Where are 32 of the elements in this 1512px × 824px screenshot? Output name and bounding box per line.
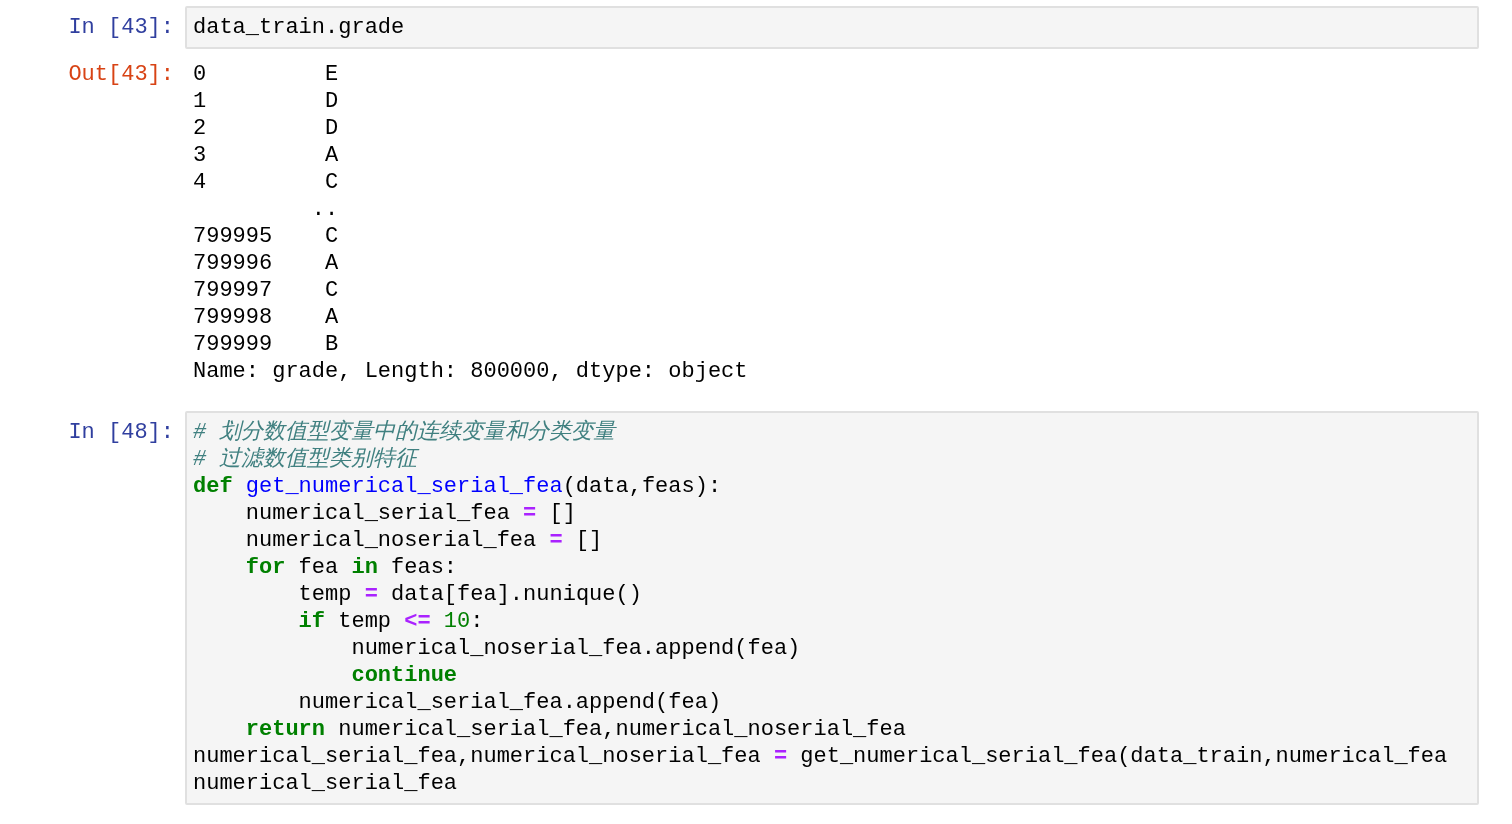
input-prompt: In [48]: xyxy=(68,419,174,446)
output-line: 1 D xyxy=(193,88,339,115)
code-line: numerical_serial_fea = [] xyxy=(244,500,576,527)
code-line: data_train.grade xyxy=(193,14,405,41)
code-line: def get_numerical_serial_fea(data,feas): xyxy=(193,473,722,500)
code-line: continue xyxy=(350,662,458,689)
output-line: 799999 B xyxy=(193,331,339,358)
output-prompt: Out[43]: xyxy=(68,61,174,88)
output-line: 2 D xyxy=(193,115,339,142)
code-line: numerical_noserial_fea = [] xyxy=(244,527,603,554)
output-line: 799998 A xyxy=(193,304,339,331)
code-line: numerical_serial_fea,numerical_noserial_fea = get_numerical_serial_fea(data_train,numerical_fea xyxy=(193,743,1448,770)
code-line: temp = data[fea].nunique() xyxy=(297,581,642,608)
code-comment: # 过滤数值型类别特征 xyxy=(193,446,418,473)
output-line: 799996 A xyxy=(193,250,339,277)
output-line: 799995 C xyxy=(193,223,339,250)
code-line: numerical_serial_fea xyxy=(193,770,458,797)
output-line: 4 C xyxy=(193,169,339,196)
output-line: 799997 C xyxy=(193,277,339,304)
input-prompt: In [43]: xyxy=(68,14,174,41)
code-input-cell[interactable] xyxy=(185,411,1479,805)
code-comment: # 划分数值型变量中的连续变量和分类变量 xyxy=(193,419,616,446)
code-input-cell[interactable]: data_train.grade xyxy=(185,6,1479,49)
code-line: return numerical_serial_fea,numerical_noserial_fea xyxy=(244,716,906,743)
output-line: 0 E xyxy=(193,61,339,88)
output-line: Name: grade, Length: 800000, dtype: object xyxy=(193,358,748,385)
code-line: if temp <= 10: xyxy=(297,608,484,635)
code-line: for fea in feas: xyxy=(244,554,458,581)
output-line: 3 A xyxy=(193,142,339,169)
code-line: numerical_noserial_fea.append(fea) xyxy=(350,635,801,662)
output-line: .. xyxy=(310,196,339,223)
code-line: numerical_serial_fea.append(fea) xyxy=(297,689,722,716)
